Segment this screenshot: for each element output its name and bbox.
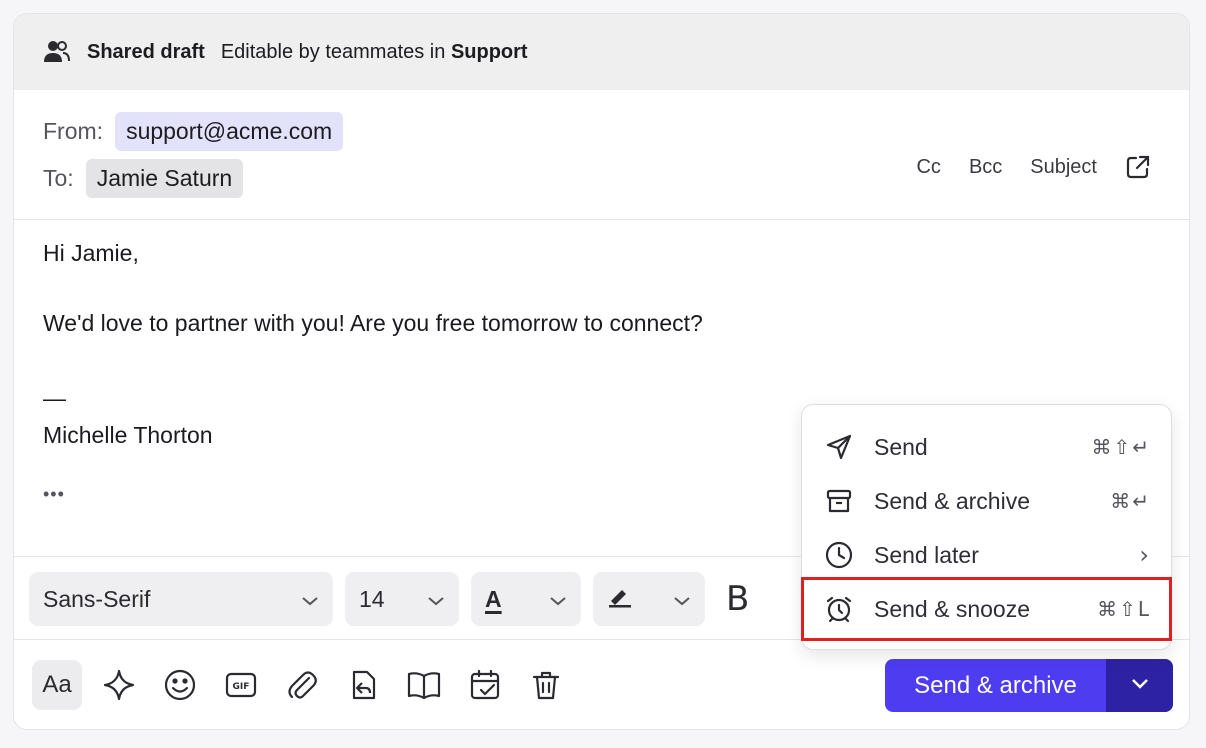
banner-title: Shared draft — [87, 40, 205, 63]
gif-text: GIF — [233, 682, 250, 692]
trash-icon[interactable] — [521, 660, 571, 710]
menu-item-shortcut: ⌘⇧↵ — [1091, 435, 1151, 459]
highlight-color-select[interactable] — [593, 572, 705, 626]
from-row: From: support@acme.com — [43, 112, 344, 151]
from-chip[interactable]: support@acme.com — [115, 112, 344, 151]
signature-dash: — — [43, 385, 66, 411]
text-color-select[interactable]: A — [471, 572, 581, 626]
sparkle-icon[interactable] — [94, 660, 144, 710]
font-size-select[interactable]: 14 — [345, 572, 459, 626]
chevron-down-icon — [549, 586, 567, 613]
archive-box-icon — [824, 486, 854, 516]
cc-button[interactable]: Cc — [916, 156, 940, 179]
banner-subtitle-prefix: Editable by teammates in — [220, 40, 451, 63]
banner-team: Support — [450, 40, 528, 63]
subject-button[interactable]: Subject — [1030, 156, 1097, 179]
chevron-down-icon — [1130, 677, 1150, 695]
chevron-down-icon — [427, 586, 445, 613]
bold-button[interactable]: B — [726, 579, 749, 619]
from-label: From: — [43, 118, 104, 144]
show-trimmed-button[interactable]: ••• — [43, 484, 65, 505]
template-icon[interactable] — [338, 660, 388, 710]
external-link-icon[interactable] — [1125, 154, 1151, 180]
menu-item-send-later[interactable]: Send later › — [802, 528, 1171, 582]
formatting-toggle-label: Aa — [42, 671, 72, 698]
greeting: Hi Jamie, — [43, 240, 139, 266]
recipients-header: From: support@acme.com To: Jamie Saturn … — [14, 90, 1189, 220]
paper-plane-icon — [824, 432, 854, 462]
send-options-menu: Send ⌘⇧↵ Send & archive ⌘↵ Send later › … — [801, 404, 1172, 650]
message-line: We'd love to partner with you! Are you f… — [43, 310, 703, 336]
paperclip-icon[interactable] — [277, 660, 327, 710]
bottom-toolbar: Aa GIF Send & archive — [14, 640, 1189, 729]
to-chip[interactable]: Jamie Saturn — [85, 159, 244, 198]
menu-item-send-snooze[interactable]: Send & snooze ⌘⇧L — [801, 577, 1172, 641]
chevron-down-icon — [301, 586, 319, 613]
to-row: To: Jamie Saturn — [43, 159, 244, 198]
banner-subtitle: Editable by teammates in Support — [221, 41, 528, 64]
alarm-clock-icon — [824, 594, 854, 624]
shared-draft-banner: Shared draft Editable by teammates in Su… — [14, 14, 1189, 90]
gif-icon[interactable]: GIF — [216, 660, 266, 710]
formatting-toggle-button[interactable]: Aa — [32, 660, 82, 710]
bcc-button[interactable]: Bcc — [969, 156, 1002, 179]
to-label: To: — [43, 165, 74, 191]
send-button-group: Send & archive — [885, 659, 1173, 712]
menu-item-label: Send — [874, 433, 928, 460]
text-color-icon: A — [485, 585, 502, 612]
calendar-check-icon[interactable] — [460, 660, 510, 710]
header-actions: Cc Bcc Subject — [916, 154, 1151, 180]
highlighter-icon — [607, 584, 633, 614]
book-icon[interactable] — [399, 660, 449, 710]
font-family-select[interactable]: Sans-Serif — [29, 572, 333, 626]
send-archive-button[interactable]: Send & archive — [885, 659, 1106, 712]
chevron-right-icon: › — [1139, 541, 1151, 569]
menu-item-shortcut: ⌘↵ — [1110, 489, 1151, 513]
menu-item-label: Send later — [874, 541, 979, 568]
font-size-value: 14 — [359, 585, 385, 612]
menu-item-label: Send & snooze — [874, 595, 1031, 622]
menu-item-shortcut: ⌘⇧L — [1097, 597, 1151, 621]
users-icon — [44, 38, 72, 66]
chevron-down-icon — [673, 586, 691, 613]
clock-icon — [824, 540, 854, 570]
send-options-toggle[interactable] — [1106, 659, 1173, 712]
emoji-icon[interactable] — [155, 660, 205, 710]
font-family-value: Sans-Serif — [43, 585, 151, 612]
signature-name: Michelle Thorton — [43, 422, 213, 448]
menu-item-send[interactable]: Send ⌘⇧↵ — [802, 420, 1171, 474]
menu-item-send-archive[interactable]: Send & archive ⌘↵ — [802, 474, 1171, 528]
menu-item-label: Send & archive — [874, 487, 1030, 514]
